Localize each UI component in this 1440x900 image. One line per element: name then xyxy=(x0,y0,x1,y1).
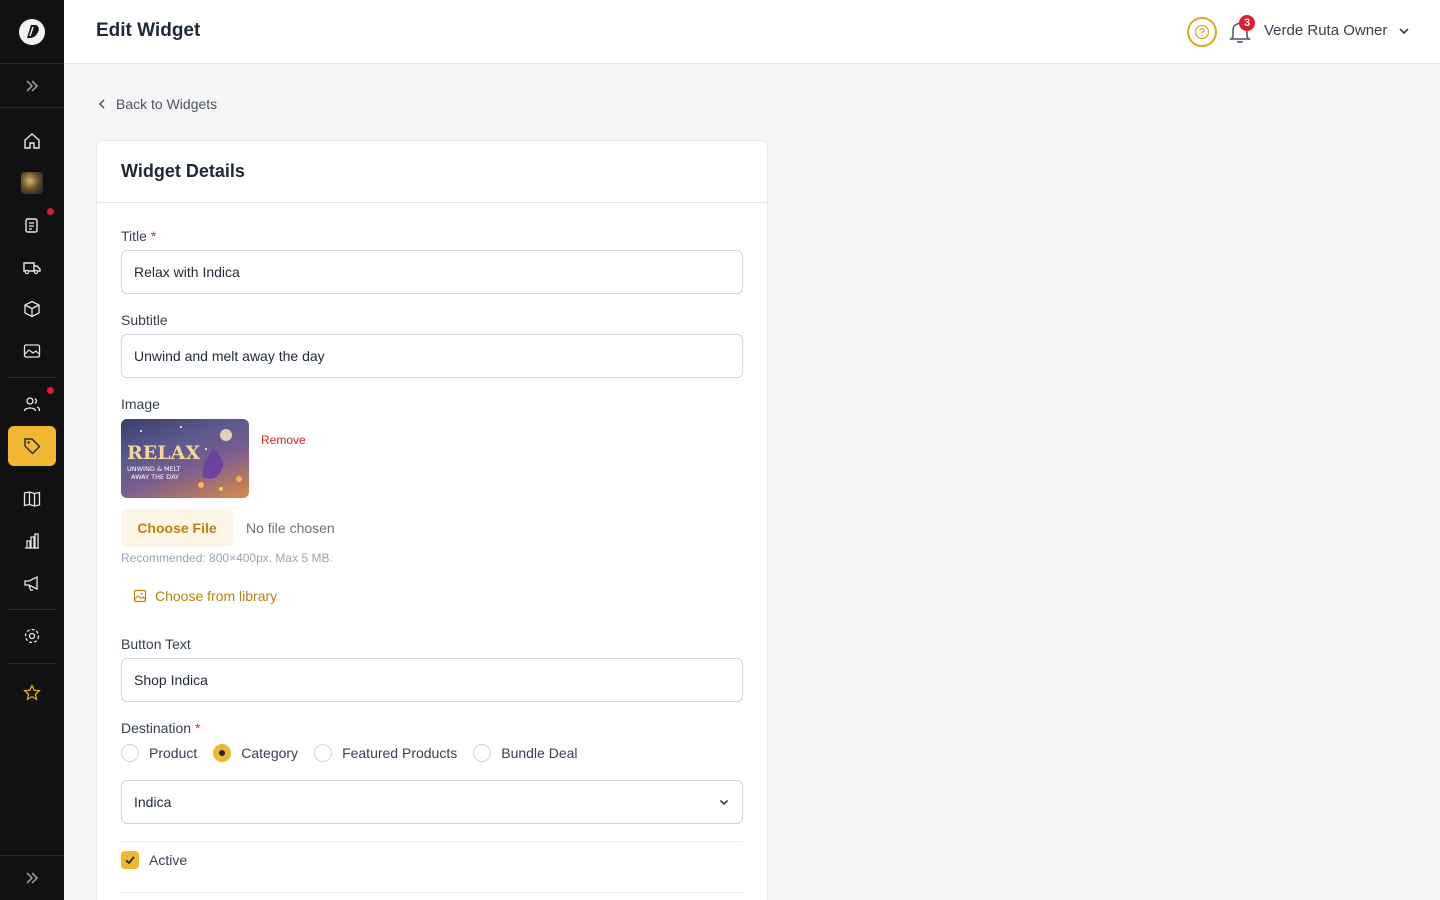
active-label: Active xyxy=(149,852,188,868)
destination-option-bundle-deal[interactable]: Bundle Deal xyxy=(473,744,578,762)
library-label: Choose from library xyxy=(155,588,278,604)
nav-settings[interactable] xyxy=(8,616,56,656)
sidebar xyxy=(0,0,64,900)
chevron-down-icon xyxy=(719,799,729,806)
nav-favorites[interactable] xyxy=(8,673,56,713)
notification-badge: 3 xyxy=(1239,15,1255,31)
destination-radio-group: Product Category Featured Products Bundl… xyxy=(121,744,594,762)
box-icon xyxy=(24,300,40,318)
chevron-down-icon xyxy=(1399,27,1409,34)
image-icon xyxy=(23,344,41,358)
chevrons-right-icon xyxy=(26,872,39,884)
button-text-label: Button Text xyxy=(121,636,191,652)
category-select[interactable]: Indica xyxy=(121,780,743,824)
home-icon xyxy=(24,133,40,149)
card-title: Widget Details xyxy=(121,161,245,181)
required-marker: * xyxy=(150,228,157,244)
image-label: Image xyxy=(121,396,160,412)
megaphone-icon xyxy=(24,575,38,591)
destination-option-category[interactable]: Category xyxy=(213,744,298,762)
chevron-left-icon xyxy=(98,99,105,109)
chevrons-right-icon xyxy=(26,79,39,92)
gear-icon xyxy=(24,628,40,644)
nav-delivery[interactable] xyxy=(8,247,56,287)
clipboard-icon xyxy=(25,218,38,233)
svg-text:RELAX: RELAX xyxy=(127,442,200,464)
sidebar-divider xyxy=(8,377,56,378)
tag-icon xyxy=(24,438,41,455)
back-link-label: Back to Widgets xyxy=(116,96,218,112)
divider xyxy=(121,892,743,893)
expand-sidebar-bottom-button[interactable] xyxy=(0,855,64,900)
no-file-text: No file chosen xyxy=(246,520,335,536)
active-checkbox-row[interactable]: Active xyxy=(121,851,187,869)
brand-logo[interactable] xyxy=(0,0,64,64)
help-icon xyxy=(1194,24,1210,40)
nav-analytics[interactable] xyxy=(8,521,56,561)
back-to-widgets-link[interactable]: Back to Widgets xyxy=(96,96,217,112)
star-icon xyxy=(23,684,41,701)
svg-text:AWAY THE DAY: AWAY THE DAY xyxy=(131,473,179,481)
truck-icon xyxy=(23,262,41,275)
card-header: Widget Details xyxy=(97,141,767,203)
destination-option-featured-products[interactable]: Featured Products xyxy=(314,744,457,762)
choose-file-button[interactable]: Choose File xyxy=(121,509,233,547)
title-input[interactable]: Relax with Indica xyxy=(121,250,743,294)
users-icon xyxy=(23,397,41,412)
title-label: Title * xyxy=(121,228,157,244)
nav-catalog[interactable] xyxy=(8,479,56,519)
customers-alert-dot xyxy=(47,387,54,394)
required-marker: * xyxy=(194,720,201,736)
subtitle-label: Subtitle xyxy=(121,312,168,328)
check-icon xyxy=(125,856,135,865)
image-preview: RELAX UNWIND & MELT AWAY THE DAY xyxy=(121,419,249,498)
choose-from-library-link[interactable]: Choose from library xyxy=(133,588,277,604)
image-preview-art: RELAX UNWIND & MELT AWAY THE DAY xyxy=(127,426,242,491)
widget-details-card: Widget Details Title * Relax with Indica… xyxy=(96,140,768,900)
divider xyxy=(121,841,743,842)
destination-label: Destination * xyxy=(121,720,201,736)
image-hint: Recommended: 800×400px. Max 5 MB. xyxy=(121,551,333,565)
bar-chart-icon xyxy=(25,533,39,549)
nav-widgets[interactable] xyxy=(8,426,56,466)
nav-marketing[interactable] xyxy=(8,563,56,603)
destination-option-product[interactable]: Product xyxy=(121,744,197,762)
radio-featured-products[interactable] xyxy=(314,744,333,762)
top-header: Edit Widget 3 Verde Ruta Owner xyxy=(64,0,1440,64)
category-select-value: Indica xyxy=(134,794,172,810)
radio-product[interactable] xyxy=(121,744,139,762)
image-icon xyxy=(133,589,147,603)
sidebar-divider xyxy=(8,609,56,610)
button-text-input[interactable]: Shop Indica xyxy=(121,658,743,702)
radio-bundle-deal[interactable] xyxy=(473,744,492,762)
nav-media[interactable] xyxy=(8,331,56,371)
active-checkbox[interactable] xyxy=(121,851,139,869)
book-open-icon xyxy=(23,491,41,507)
nav-orders[interactable] xyxy=(8,205,56,245)
nav-products[interactable] xyxy=(8,289,56,329)
page-title: Edit Widget xyxy=(96,20,201,41)
logo-icon xyxy=(19,18,45,45)
remove-image-link[interactable]: Remove xyxy=(261,433,306,447)
nav-home[interactable] xyxy=(8,121,56,161)
svg-text:UNWIND & MELT: UNWIND & MELT xyxy=(127,465,180,473)
sidebar-divider xyxy=(8,663,56,664)
subtitle-input[interactable]: Unwind and melt away the day xyxy=(121,334,743,378)
help-button[interactable] xyxy=(1187,17,1217,47)
radio-category[interactable] xyxy=(213,744,232,762)
orders-alert-dot xyxy=(47,208,54,215)
user-menu[interactable]: Verde Ruta Owner xyxy=(1264,22,1411,39)
user-name: Verde Ruta Owner xyxy=(1264,22,1388,39)
expand-sidebar-button[interactable] xyxy=(0,64,64,108)
store-thumbnail-icon xyxy=(21,172,43,194)
nav-customers[interactable] xyxy=(8,384,56,424)
nav-store-thumbnail[interactable] xyxy=(8,163,56,203)
